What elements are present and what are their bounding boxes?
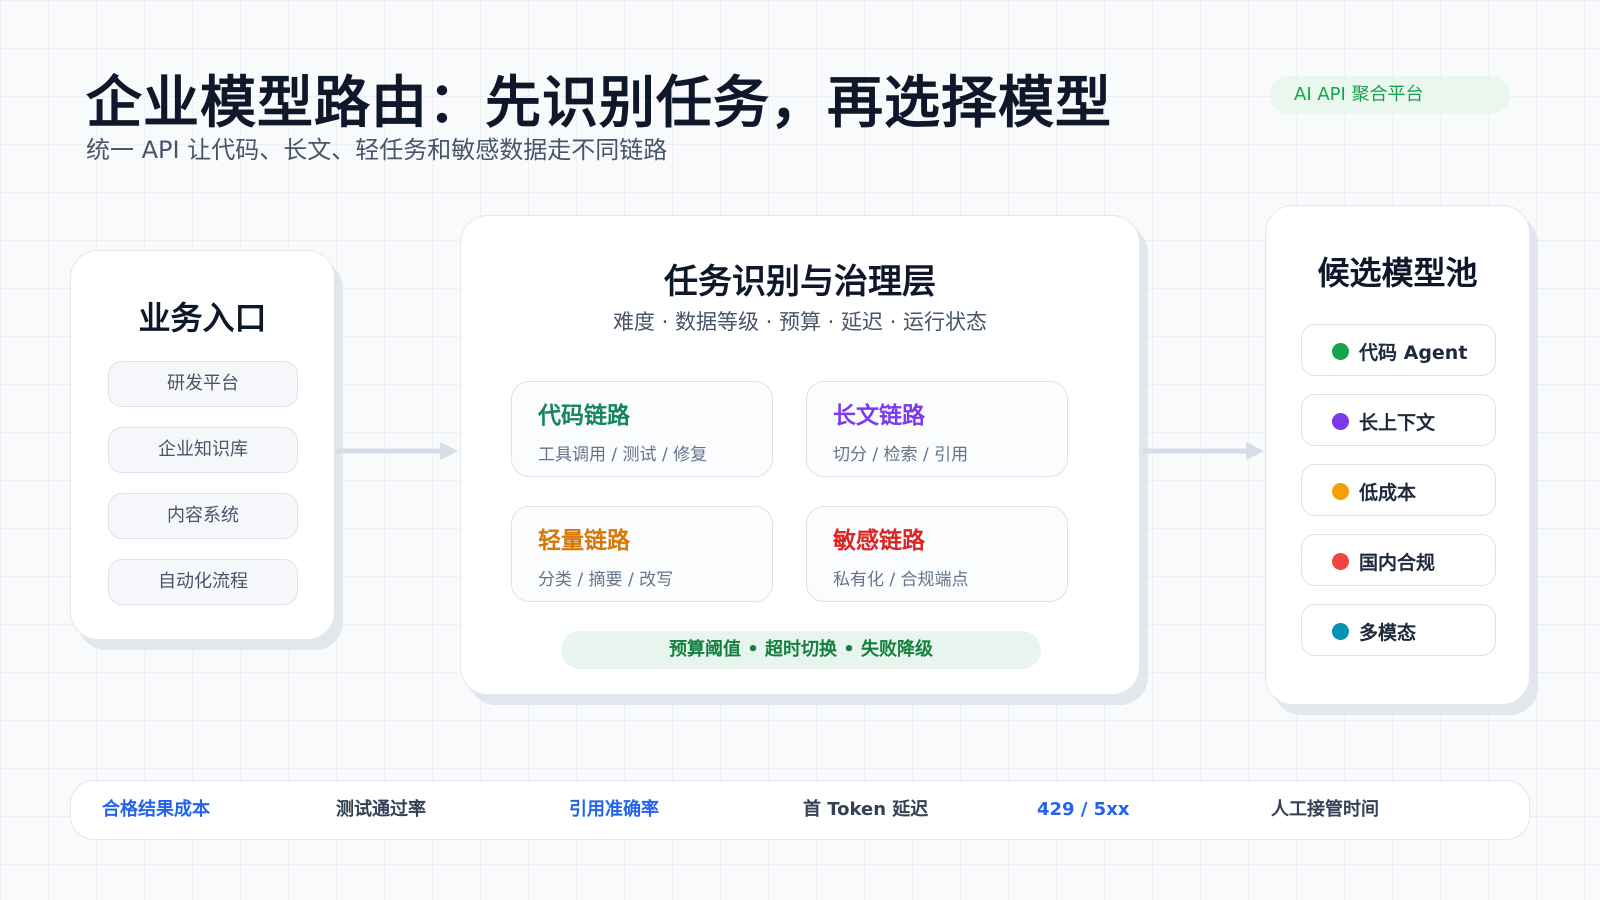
chain-desc-sensitive: 私有化 / 合规端点 (833, 570, 969, 590)
metric-error-rate: 429 / 5xx (1037, 799, 1130, 820)
chain-name-lightweight: 轻量链路 (538, 528, 630, 554)
task-governance-title: 任务识别与治理层 (664, 262, 936, 302)
page-title: 企业模型路由：先识别任务，再选择模型 (86, 71, 1112, 136)
pool-item-label: 长上下文 (1359, 412, 1436, 434)
flow-arrow-icon (336, 442, 458, 460)
pool-item-code-agent: 代码 Agent (1301, 324, 1496, 376)
pool-item-label: 低成本 (1359, 482, 1417, 504)
chain-desc-long-text: 切分 / 检索 / 引用 (833, 445, 969, 465)
page-subtitle: 统一 API 让代码、长文、轻任务和敏感数据走不同链路 (86, 136, 668, 164)
metric-citation-accuracy: 引用准确率 (569, 799, 659, 820)
model-pool-title: 候选模型池 (1317, 254, 1478, 292)
metrics-bar: 合格结果成本 测试通过率 引用准确率 首 Token 延迟 429 / 5xx … (70, 780, 1530, 840)
chain-desc-code: 工具调用 / 测试 / 修复 (538, 445, 708, 465)
policy-pill: 预算阈值 • 超时切换 • 失败降级 (561, 631, 1041, 669)
status-dot-icon (1332, 413, 1349, 430)
status-dot-icon (1332, 343, 1349, 360)
pool-item-label: 国内合规 (1359, 552, 1436, 574)
metric-manual-takeover-time: 人工接管时间 (1271, 799, 1379, 820)
model-pool-list: 代码 Agent 长上下文 低成本 国内合规 多模态 (1301, 324, 1496, 674)
chain-card-long-text: 长文链路 切分 / 检索 / 引用 (806, 381, 1068, 477)
chain-name-long-text: 长文链路 (833, 403, 925, 429)
task-governance-subtitle: 难度 · 数据等级 · 预算 · 延迟 · 运行状态 (612, 310, 988, 334)
entry-item-automation-flow: 自动化流程 (108, 559, 298, 605)
status-dot-icon (1332, 553, 1349, 570)
metric-first-token-latency: 首 Token 延迟 (803, 799, 929, 820)
pool-item-long-context: 长上下文 (1301, 394, 1496, 446)
entry-item-rd-platform: 研发平台 (108, 361, 298, 407)
business-entry-list: 研发平台 企业知识库 内容系统 自动化流程 (108, 361, 298, 625)
pool-item-domestic-compliance: 国内合规 (1301, 534, 1496, 586)
chain-desc-lightweight: 分类 / 摘要 / 改写 (538, 570, 674, 590)
pool-item-label: 代码 Agent (1359, 342, 1468, 364)
task-governance-card: 任务识别与治理层 难度 · 数据等级 · 预算 · 延迟 · 运行状态 代码链路… (460, 215, 1140, 695)
chain-name-sensitive: 敏感链路 (833, 528, 925, 554)
pool-item-low-cost: 低成本 (1301, 464, 1496, 516)
chain-name-code: 代码链路 (538, 403, 630, 429)
metric-qualified-cost: 合格结果成本 (102, 799, 210, 820)
metric-test-pass-rate: 测试通过率 (336, 799, 426, 820)
business-entry-title: 业务入口 (138, 299, 267, 337)
pool-item-label: 多模态 (1359, 622, 1417, 644)
pool-item-multimodal: 多模态 (1301, 604, 1496, 656)
status-dot-icon (1332, 483, 1349, 500)
chain-card-code: 代码链路 工具调用 / 测试 / 修复 (511, 381, 773, 477)
chain-card-lightweight: 轻量链路 分类 / 摘要 / 改写 (511, 506, 773, 602)
entry-item-content-system: 内容系统 (108, 493, 298, 539)
model-pool-card: 候选模型池 代码 Agent 长上下文 低成本 国内合规 多模态 (1265, 205, 1530, 705)
platform-badge: AI API 聚合平台 (1270, 76, 1510, 114)
chain-card-sensitive: 敏感链路 私有化 / 合规端点 (806, 506, 1068, 602)
entry-item-knowledge-base: 企业知识库 (108, 427, 298, 473)
flow-arrow-icon (1142, 442, 1264, 460)
status-dot-icon (1332, 623, 1349, 640)
business-entry-card: 业务入口 研发平台 企业知识库 内容系统 自动化流程 (70, 250, 335, 640)
